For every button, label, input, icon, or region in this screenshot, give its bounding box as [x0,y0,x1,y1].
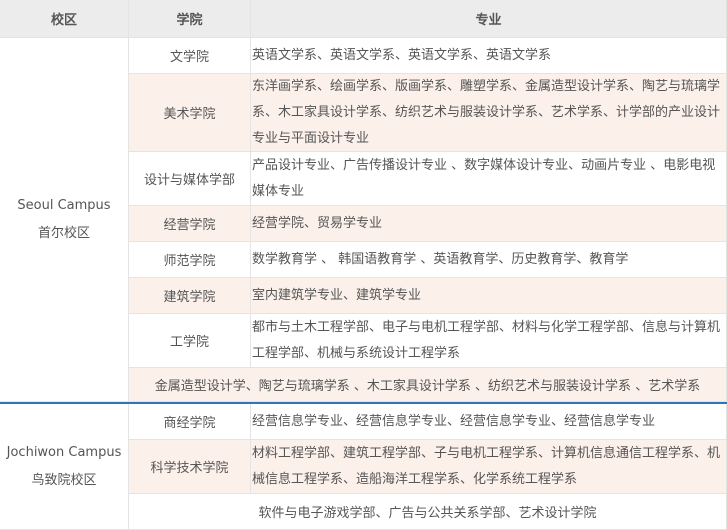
majors-cell: 产品设计专业、广告传播设计专业 、数字媒体设计专业、动画片专业 、电影电视媒体专… [251,152,727,206]
college-cell: 师范学院 [129,242,251,278]
majors-cell: 都市与土木工程学部、电子与电机工程学部、材料与化学工程学部、信息与计算机工程学部… [251,314,727,368]
majors-cell: 数学教育学 、 韩国语教育学 、英语教育学、历史教育学、教育学 [251,242,727,278]
campus-name-en: Seoul Campus [17,197,111,213]
header-campus: 校区 [0,0,129,38]
campus-cell-seoul: Seoul Campus 首尔校区 [0,38,129,402]
campus-name-cn: 鸟致院校区 [31,472,97,488]
college-table: 校区 学院 专业 Seoul Campus 首尔校区 文学院 英语文学系、英语文… [0,0,727,530]
majors-cell: 经营学院、贸易学专业 [251,206,727,242]
campus-name-cn: 首尔校区 [37,225,90,241]
majors-cell: 英语文学系、英语文学系、英语文学系、英语文学系 [251,38,727,74]
college-cell: 文学院 [129,38,251,74]
span-row-jochiwon: 软件与电子游戏学部、广告与公共关系学部、艺术设计学院 [129,494,727,530]
college-cell: 设计与媒体学部 [129,152,251,206]
college-cell: 建筑学院 [129,278,251,314]
college-cell: 经营学院 [129,206,251,242]
span-row-seoul: 金属造型设计学、陶艺与琉璃学系 、木工家具设计学系 、纺织艺术与服装设计学系 、… [129,368,727,402]
majors-cell: 经营信息学专业、经营信息学专业、经营信息学专业、经营信息学专业 [251,404,727,440]
campus-cell-jochiwon: Jochiwon Campus 鸟致院校区 [0,404,129,530]
header-college: 学院 [129,0,251,38]
majors-cell: 材料工程学部、建筑工程学部、子与电机工程学系、计算机信息通信工程学系、机械信息工… [251,440,727,494]
college-cell: 工学院 [129,314,251,368]
header-major: 专业 [251,0,727,38]
majors-cell: 东洋画学系、绘画学系、版画学系、雕塑学系、金属造型设计学系、陶艺与琉璃学系、木工… [251,74,727,152]
majors-cell: 室内建筑学专业、建筑学专业 [251,278,727,314]
campus-name-en: Jochiwon Campus [6,444,122,460]
college-cell: 商经学院 [129,404,251,440]
college-cell: 科学技术学院 [129,440,251,494]
college-cell: 美术学院 [129,74,251,152]
